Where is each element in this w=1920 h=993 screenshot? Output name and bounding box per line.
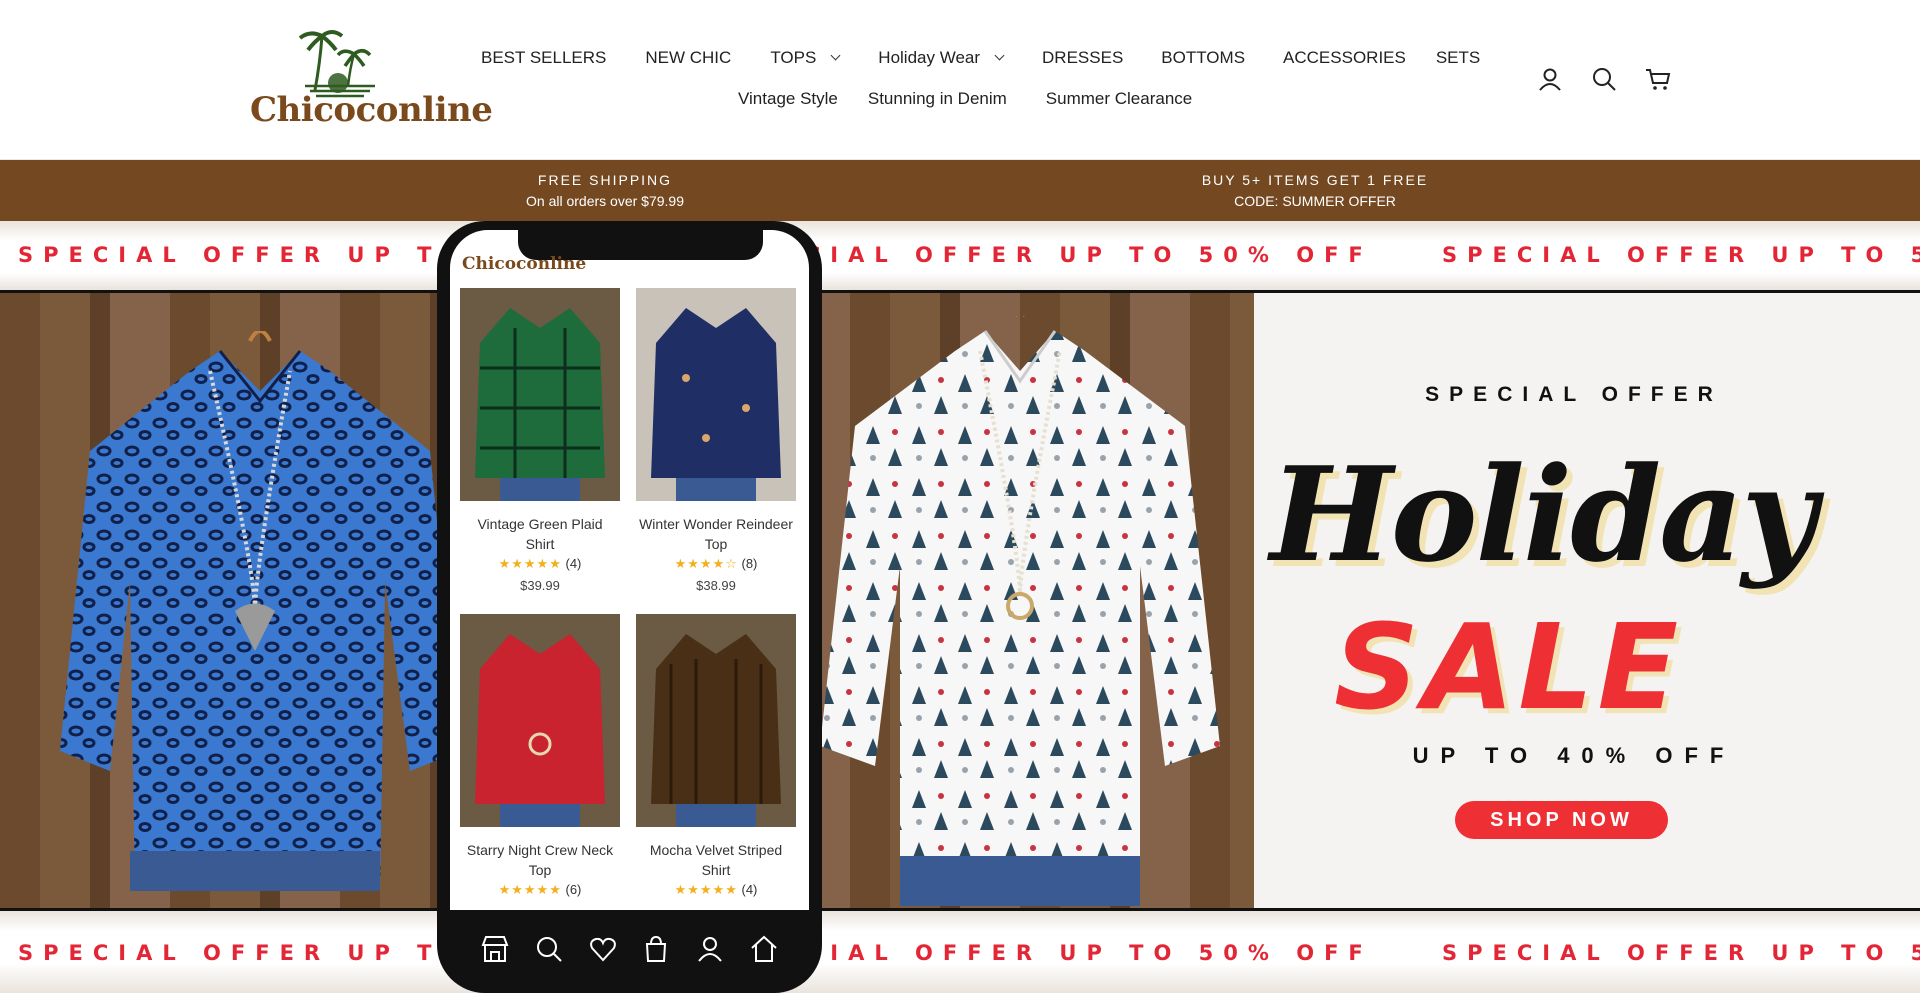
- product-name-line: Vintage Green Plaid: [477, 516, 603, 532]
- site-header: Chicoconline BEST SELLERS NEW CHIC TOPS …: [0, 0, 1920, 160]
- product-name-line: Mocha Velvet Striped: [649, 842, 783, 858]
- store-icon[interactable]: [480, 934, 510, 964]
- phone-mockup: Chicoconline Vintage Green Plaid Shirt ★★…: [437, 221, 822, 993]
- ticker-item: SPECIAL OFFER UP TO 50% OFF: [1442, 243, 1920, 267]
- star-rating-icon: ★★★★★: [498, 882, 562, 897]
- christmas-tree-shirt-image: [820, 316, 1220, 906]
- product-name-line: Shirt: [701, 862, 731, 878]
- nav-holiday-wear-label: Holiday Wear: [878, 48, 981, 67]
- product-card[interactable]: Starry Night Crew Neck Top ★★★★★ (6): [460, 614, 620, 898]
- shop-now-button[interactable]: SHOP NOW: [1455, 801, 1668, 839]
- nav-tops[interactable]: TOPS: [770, 48, 841, 68]
- product-name-line: Shirt: [525, 536, 555, 552]
- product-price: $38.99: [696, 578, 736, 593]
- brand-logo[interactable]: Chicoconline: [250, 28, 493, 133]
- main-nav-secondary: Vintage Style Stunning in Denim Summer C…: [738, 89, 1192, 109]
- promo-subtitle: CODE: SUMMER OFFER: [1234, 193, 1396, 209]
- product-name-line: Top: [704, 536, 728, 552]
- product-rating: ★★★★★ (4): [460, 556, 620, 572]
- heart-icon[interactable]: [588, 934, 618, 964]
- home-icon[interactable]: [749, 934, 779, 964]
- account-icon[interactable]: [1537, 66, 1563, 92]
- holiday-heading: Holiday: [1270, 438, 1817, 591]
- product-name-line: Top: [528, 862, 552, 878]
- nav-dresses[interactable]: DRESSES: [1042, 48, 1123, 68]
- hero-banner[interactable]: SPECIAL OFFER Holiday SALE UP TO 40% OFF…: [0, 221, 1920, 993]
- product-image: [636, 614, 796, 827]
- ticker-text: SPECIAL OFFER UP TO 50% OFF SPECIAL OFFE…: [18, 941, 1920, 965]
- bag-icon[interactable]: [641, 934, 671, 964]
- product-name: Winter Wonder Reindeer Top: [636, 514, 796, 554]
- product-card[interactable]: Mocha Velvet Striped Shirt ★★★★★ (4): [636, 614, 796, 898]
- user-icon[interactable]: [695, 934, 725, 964]
- star-rating-icon: ★★★★★: [498, 556, 562, 571]
- nav-stunning-in-denim[interactable]: Stunning in Denim: [868, 89, 1007, 109]
- ticker-item: SPECIAL OFFER UP TO 50% OFF: [1442, 941, 1920, 965]
- nav-best-sellers[interactable]: BEST SELLERS: [481, 48, 606, 68]
- nav-holiday-wear[interactable]: Holiday Wear: [878, 48, 1005, 68]
- offer-ticker-bottom: SPECIAL OFFER UP TO 50% OFF SPECIAL OFFE…: [0, 908, 1920, 993]
- product-rating: ★★★★★ (4): [636, 882, 796, 898]
- star-rating-icon: ★★★★☆: [674, 556, 738, 571]
- special-offer-heading: SPECIAL OFFER: [1425, 383, 1723, 406]
- promo-title: BUY 5+ ITEMS GET 1 FREE: [1201, 172, 1429, 188]
- promo-subtitle: On all orders over $79.99: [526, 193, 684, 209]
- nav-bottoms[interactable]: BOTTOMS: [1161, 48, 1245, 68]
- nav-sets[interactable]: SETS: [1436, 48, 1480, 68]
- ticker-text: SPECIAL OFFER UP TO 50% OFF SPECIAL OFFE…: [18, 243, 1920, 267]
- ticker-item: SPECIAL OFFER UP TO 50% OFF: [730, 941, 1373, 965]
- palm-logo-icon: [298, 30, 375, 98]
- product-card[interactable]: Winter Wonder Reindeer Top ★★★★☆ (8) $38.…: [636, 288, 796, 593]
- promo-title: FREE SHIPPING: [537, 172, 673, 188]
- chevron-down-icon: [830, 50, 841, 61]
- chevron-down-icon: [994, 50, 1005, 61]
- phone-brand-logo: Chicoconline: [462, 254, 587, 274]
- product-card[interactable]: Vintage Green Plaid Shirt ★★★★★ (4) $39.9…: [460, 288, 620, 593]
- sale-promo: SPECIAL OFFER Holiday SALE UP TO 40% OFF…: [1254, 293, 1894, 908]
- sale-heading: SALE: [1334, 598, 1683, 736]
- product-image: [460, 288, 620, 501]
- nav-accessories[interactable]: ACCESSORIES: [1283, 48, 1406, 68]
- ticker-item: SPECIAL OFFER UP TO 50% OFF: [730, 243, 1373, 267]
- search-icon[interactable]: [1591, 66, 1617, 92]
- search-icon[interactable]: [534, 934, 564, 964]
- main-nav-primary: BEST SELLERS NEW CHIC TOPS Holiday Wear …: [481, 48, 1480, 68]
- review-count: (8): [741, 556, 758, 571]
- review-count: (4): [741, 882, 758, 897]
- product-image: [636, 288, 796, 501]
- phone-bottom-nav: [450, 910, 809, 988]
- product-name: Mocha Velvet Striped Shirt: [636, 840, 796, 880]
- phone-screen: Chicoconline Vintage Green Plaid Shirt ★★…: [450, 230, 809, 910]
- product-name: Vintage Green Plaid Shirt: [460, 514, 620, 554]
- product-image: [460, 614, 620, 827]
- review-count: (6): [565, 882, 582, 897]
- nav-vintage-style[interactable]: Vintage Style: [738, 89, 838, 109]
- product-price: $39.99: [520, 578, 560, 593]
- product-name-line: Starry Night Crew Neck: [466, 842, 614, 858]
- product-rating: ★★★★☆ (8): [636, 556, 796, 572]
- header-actions: [1537, 66, 1671, 92]
- promo-bar: FREE SHIPPING On all orders over $79.99 …: [0, 160, 1920, 221]
- promo-free-shipping: FREE SHIPPING On all orders over $79.99: [395, 170, 815, 212]
- nav-new-chic[interactable]: NEW CHIC: [645, 48, 731, 68]
- offer-ticker-top: SPECIAL OFFER UP TO 50% OFF SPECIAL OFFE…: [0, 221, 1920, 293]
- review-count: (4): [565, 556, 582, 571]
- cart-icon[interactable]: [1645, 66, 1671, 92]
- brand-logo-text: Chicoconline: [250, 90, 493, 130]
- leopard-shirt-image: [60, 331, 460, 891]
- star-rating-icon: ★★★★★: [674, 882, 738, 897]
- discount-text: UP TO 40% OFF: [1412, 743, 1736, 768]
- product-name-line: Winter Wonder Reindeer: [639, 516, 793, 532]
- nav-summer-clearance[interactable]: Summer Clearance: [1046, 89, 1192, 109]
- product-name: Starry Night Crew Neck Top: [460, 840, 620, 880]
- promo-buy-offer: BUY 5+ ITEMS GET 1 FREE CODE: SUMMER OFF…: [1105, 170, 1525, 212]
- product-rating: ★★★★★ (6): [460, 882, 620, 898]
- nav-tops-label: TOPS: [770, 48, 817, 67]
